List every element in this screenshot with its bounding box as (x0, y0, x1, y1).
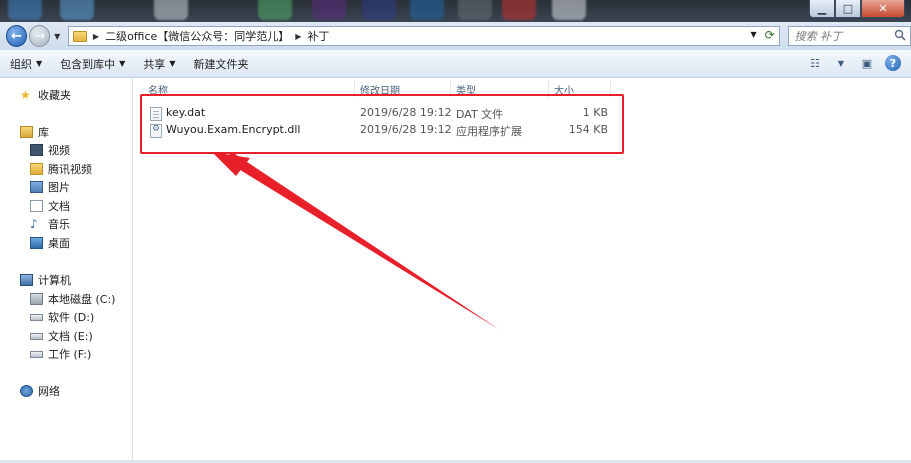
arrow-shaft (224, 152, 500, 330)
annotation-arrow (212, 152, 500, 330)
